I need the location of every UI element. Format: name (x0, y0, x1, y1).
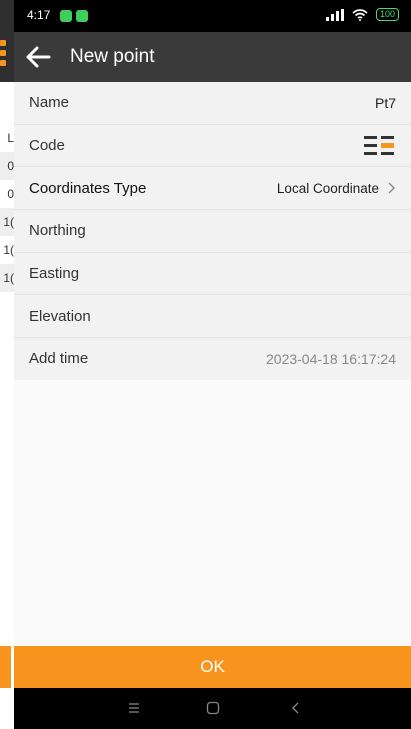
chevron-right-icon (388, 182, 395, 194)
new-point-panel: 4:17 100 New point Name Pt7 Code Coordin… (14, 0, 411, 729)
northing-row[interactable]: Northing (14, 210, 411, 253)
back-icon[interactable] (288, 700, 304, 716)
background-list: L 0 0 1( 1( 1( (0, 124, 14, 292)
home-icon[interactable] (205, 700, 221, 716)
name-label: Name (29, 94, 70, 112)
coordinates-type-value[interactable]: Local Coordinate (277, 181, 396, 196)
background-action-button (0, 646, 11, 688)
status-indicators: 100 (325, 8, 399, 21)
add-time-label: Add time (29, 350, 89, 368)
background-row: L (7, 131, 14, 145)
elevation-row[interactable]: Elevation (14, 295, 411, 339)
battery-icon: 100 (375, 8, 399, 21)
point-form: Name Pt7 Code Coordinates Type Local Coo… (14, 82, 411, 381)
coordinates-type-label: Coordinates Type (29, 179, 147, 197)
notification-icon (60, 10, 72, 22)
add-time-row: Add time 2023-04-18 16:17:24 (14, 338, 411, 381)
background-row: 0 (7, 187, 14, 201)
name-value[interactable]: Pt7 (375, 95, 396, 111)
elevation-label: Elevation (29, 307, 91, 325)
app-bar: New point (14, 32, 411, 82)
background-screen: L 0 0 1( 1( 1( (0, 0, 14, 729)
back-arrow-icon[interactable] (24, 43, 52, 71)
background-menu-icon (0, 40, 6, 70)
screen: L 0 0 1( 1( 1( 4:17 100 New point Name P… (0, 0, 411, 729)
empty-area (14, 380, 411, 646)
signal-icon (325, 8, 344, 21)
system-nav-bar (14, 688, 411, 729)
name-row[interactable]: Name Pt7 (14, 82, 411, 125)
code-row[interactable]: Code (14, 124, 411, 168)
easting-label: Easting (29, 265, 80, 283)
status-time: 4:17 (27, 8, 51, 22)
background-row: 0 (0, 152, 14, 180)
background-row: 1( (0, 208, 14, 236)
page-title: New point (70, 46, 155, 67)
code-label: Code (29, 137, 65, 155)
background-row: 1( (3, 243, 14, 257)
status-bar: 4:17 100 (14, 0, 411, 32)
menu-icon[interactable] (126, 700, 142, 716)
coordinates-type-row[interactable]: Coordinates Type Local Coordinate (14, 167, 411, 211)
code-list-icon[interactable] (362, 133, 396, 159)
background-row: 1( (0, 264, 14, 292)
easting-row[interactable]: Easting (14, 252, 411, 296)
wifi-icon (352, 8, 368, 21)
notification-icon (76, 10, 88, 22)
add-time-value: 2023-04-18 16:17:24 (266, 350, 396, 367)
coordinates-type-text: Local Coordinate (276, 180, 379, 196)
ok-button[interactable]: OK (14, 646, 411, 688)
northing-label: Northing (29, 222, 86, 240)
